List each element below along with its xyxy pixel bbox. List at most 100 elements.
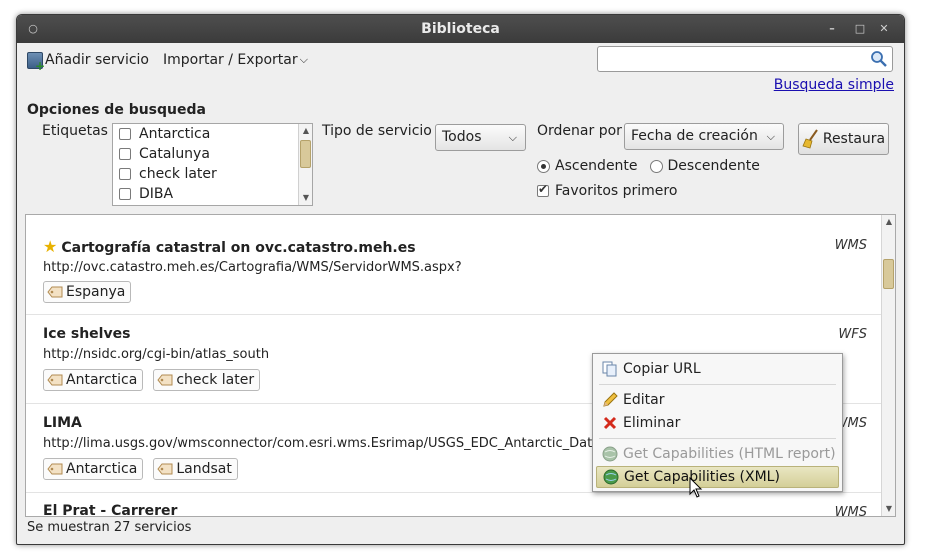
tag-option[interactable]: check later (113, 164, 312, 184)
edit-menu-item[interactable]: Editar (596, 389, 839, 411)
tag-option-label: Catalunya (139, 146, 210, 162)
favorites-first-checkbox[interactable] (537, 182, 549, 197)
tag-icon (47, 463, 63, 475)
chevron-down-icon: ⌵ (508, 131, 517, 144)
broom-icon (802, 129, 818, 149)
tag-option-label: check later (139, 166, 217, 182)
tag-badge[interactable]: Landsat (153, 458, 238, 480)
delete-icon (603, 416, 617, 430)
service-type-value: Todos (442, 129, 482, 145)
tag-badge[interactable]: check later (153, 369, 261, 391)
service-title: Ice shelves (43, 326, 131, 342)
search-input[interactable] (602, 47, 862, 71)
maximize-icon[interactable]: □ (850, 15, 870, 43)
service-title: El Prat - Carrerer (43, 503, 178, 517)
tag-badge[interactable]: Antarctica (43, 369, 144, 391)
menu-item-label: Eliminar (623, 415, 681, 431)
ascending-radio[interactable] (537, 159, 550, 173)
tag-checkbox[interactable] (119, 148, 131, 160)
sort-direction: Ascendente Descendente (537, 158, 760, 174)
service-url: http://nsidc.org/cgi-bin/atlas_south (43, 347, 270, 362)
globe-icon (603, 469, 619, 485)
favorites-first-label: Favoritos primero (555, 183, 678, 199)
tag-badge[interactable]: Antarctica (43, 458, 144, 480)
copy-url-menu-item[interactable]: Copiar URL (596, 358, 839, 380)
reset-button[interactable]: Restaura (798, 123, 889, 155)
menu-item-label: Editar (623, 392, 665, 408)
service-type: WMS (834, 238, 867, 253)
add-service-label: Añadir servicio (45, 52, 150, 68)
search-icon[interactable] (870, 50, 888, 68)
scroll-down-icon[interactable]: ▼ (882, 503, 895, 515)
mouse-cursor-icon (689, 477, 703, 498)
service-url: http://lima.usgs.gov/wmsconnector/com.es… (43, 436, 593, 451)
delete-menu-item[interactable]: Eliminar (596, 412, 839, 434)
close-icon[interactable]: ✕ (874, 15, 894, 43)
service-tags: Antarctica check later (43, 369, 270, 391)
tag-icon (157, 463, 173, 475)
tags-scrollbar[interactable]: ▲ ▼ (298, 124, 312, 205)
service-url: http://ovc.catastro.meh.es/Cartografia/W… (43, 260, 462, 275)
scroll-down-icon[interactable]: ▼ (299, 192, 312, 204)
scroll-up-icon[interactable]: ▲ (299, 125, 312, 137)
order-by-value: Fecha de creación (631, 128, 758, 144)
scroll-up-icon[interactable]: ▲ (882, 216, 895, 228)
menu-item-label: Get Capabilities (HTML report) (623, 446, 836, 462)
pencil-icon (603, 392, 618, 407)
chevron-down-icon: ⌵ (766, 130, 775, 143)
tag-badge-label: Espanya (66, 284, 126, 300)
list-item[interactable]: El Prat - Carrerer WMS (26, 493, 883, 517)
tag-icon (47, 286, 63, 298)
add-service-button[interactable]: Añadir servicio (27, 51, 150, 73)
service-type: WMS (834, 505, 867, 517)
tag-badge[interactable]: Espanya (43, 281, 132, 303)
service-tags: Antarctica Landsat (43, 458, 248, 480)
tag-checkbox[interactable] (119, 128, 131, 140)
service-title: Cartografía catastral on ovc.catastro.me… (61, 240, 416, 256)
tag-checkbox[interactable] (119, 188, 131, 200)
add-service-icon (27, 51, 45, 73)
tag-option[interactable]: Catalunya (113, 144, 312, 164)
capabilities-html-menu-item[interactable]: Get Capabilities (HTML report) (596, 443, 839, 465)
toolbar: Añadir servicio Importar / Exportar ⌵ (27, 49, 322, 73)
descending-label: Descendente (667, 158, 760, 174)
scroll-thumb[interactable] (883, 259, 894, 289)
import-export-menu[interactable]: Importar / Exportar ⌵ (163, 52, 308, 68)
star-icon[interactable]: ★ (43, 237, 57, 256)
tag-icon (157, 374, 173, 386)
title-bar: ○ Biblioteca – □ ✕ (17, 15, 904, 43)
tag-checkbox[interactable] (119, 168, 131, 180)
tag-badge-label: Antarctica (66, 372, 138, 388)
globe-icon (602, 446, 618, 462)
tag-option[interactable]: Antarctica (113, 124, 312, 144)
simple-search-link[interactable]: Busqueda simple (774, 77, 894, 93)
descending-radio[interactable] (649, 159, 663, 173)
menu-item-label: Copiar URL (623, 361, 701, 377)
context-menu: Copiar URL Editar Eliminar Get Capabilit… (592, 353, 843, 492)
favorites-first: Favoritos primero (537, 182, 678, 199)
tags-label: Etiquetas (42, 123, 108, 139)
service-tags: Espanya (43, 281, 141, 303)
order-by-label: Ordenar por (537, 123, 622, 139)
copy-icon (602, 361, 617, 377)
chevron-down-icon: ⌵ (299, 53, 308, 66)
tag-icon (47, 374, 63, 386)
tag-badge-label: Antarctica (66, 461, 138, 477)
tag-option-label: DIBA (139, 186, 174, 202)
window-menu-icon[interactable]: ○ (23, 15, 43, 43)
capabilities-xml-menu-item[interactable]: Get Capabilities (XML) (596, 466, 839, 488)
status-text: Se muestran 27 servicios (27, 520, 192, 535)
order-by-select[interactable]: Fecha de creación ⌵ (624, 123, 784, 150)
scroll-thumb[interactable] (300, 140, 311, 168)
service-type: WFS (838, 327, 867, 342)
list-scrollbar[interactable]: ▲ ▼ (881, 215, 895, 516)
tag-option[interactable]: DIBA (113, 184, 312, 204)
tag-option-label: Antarctica (139, 126, 211, 142)
minimize-icon[interactable]: – (822, 15, 842, 43)
service-type-select[interactable]: Todos ⌵ (435, 124, 526, 151)
menu-separator (599, 438, 836, 439)
window-title: Biblioteca (421, 21, 500, 37)
list-item[interactable]: ★ Cartografía catastral on ovc.catastro.m… (26, 225, 883, 315)
import-export-label: Importar / Exportar (163, 52, 298, 68)
service-title-row: ★ Cartografía catastral on ovc.catastro.m… (43, 237, 416, 256)
